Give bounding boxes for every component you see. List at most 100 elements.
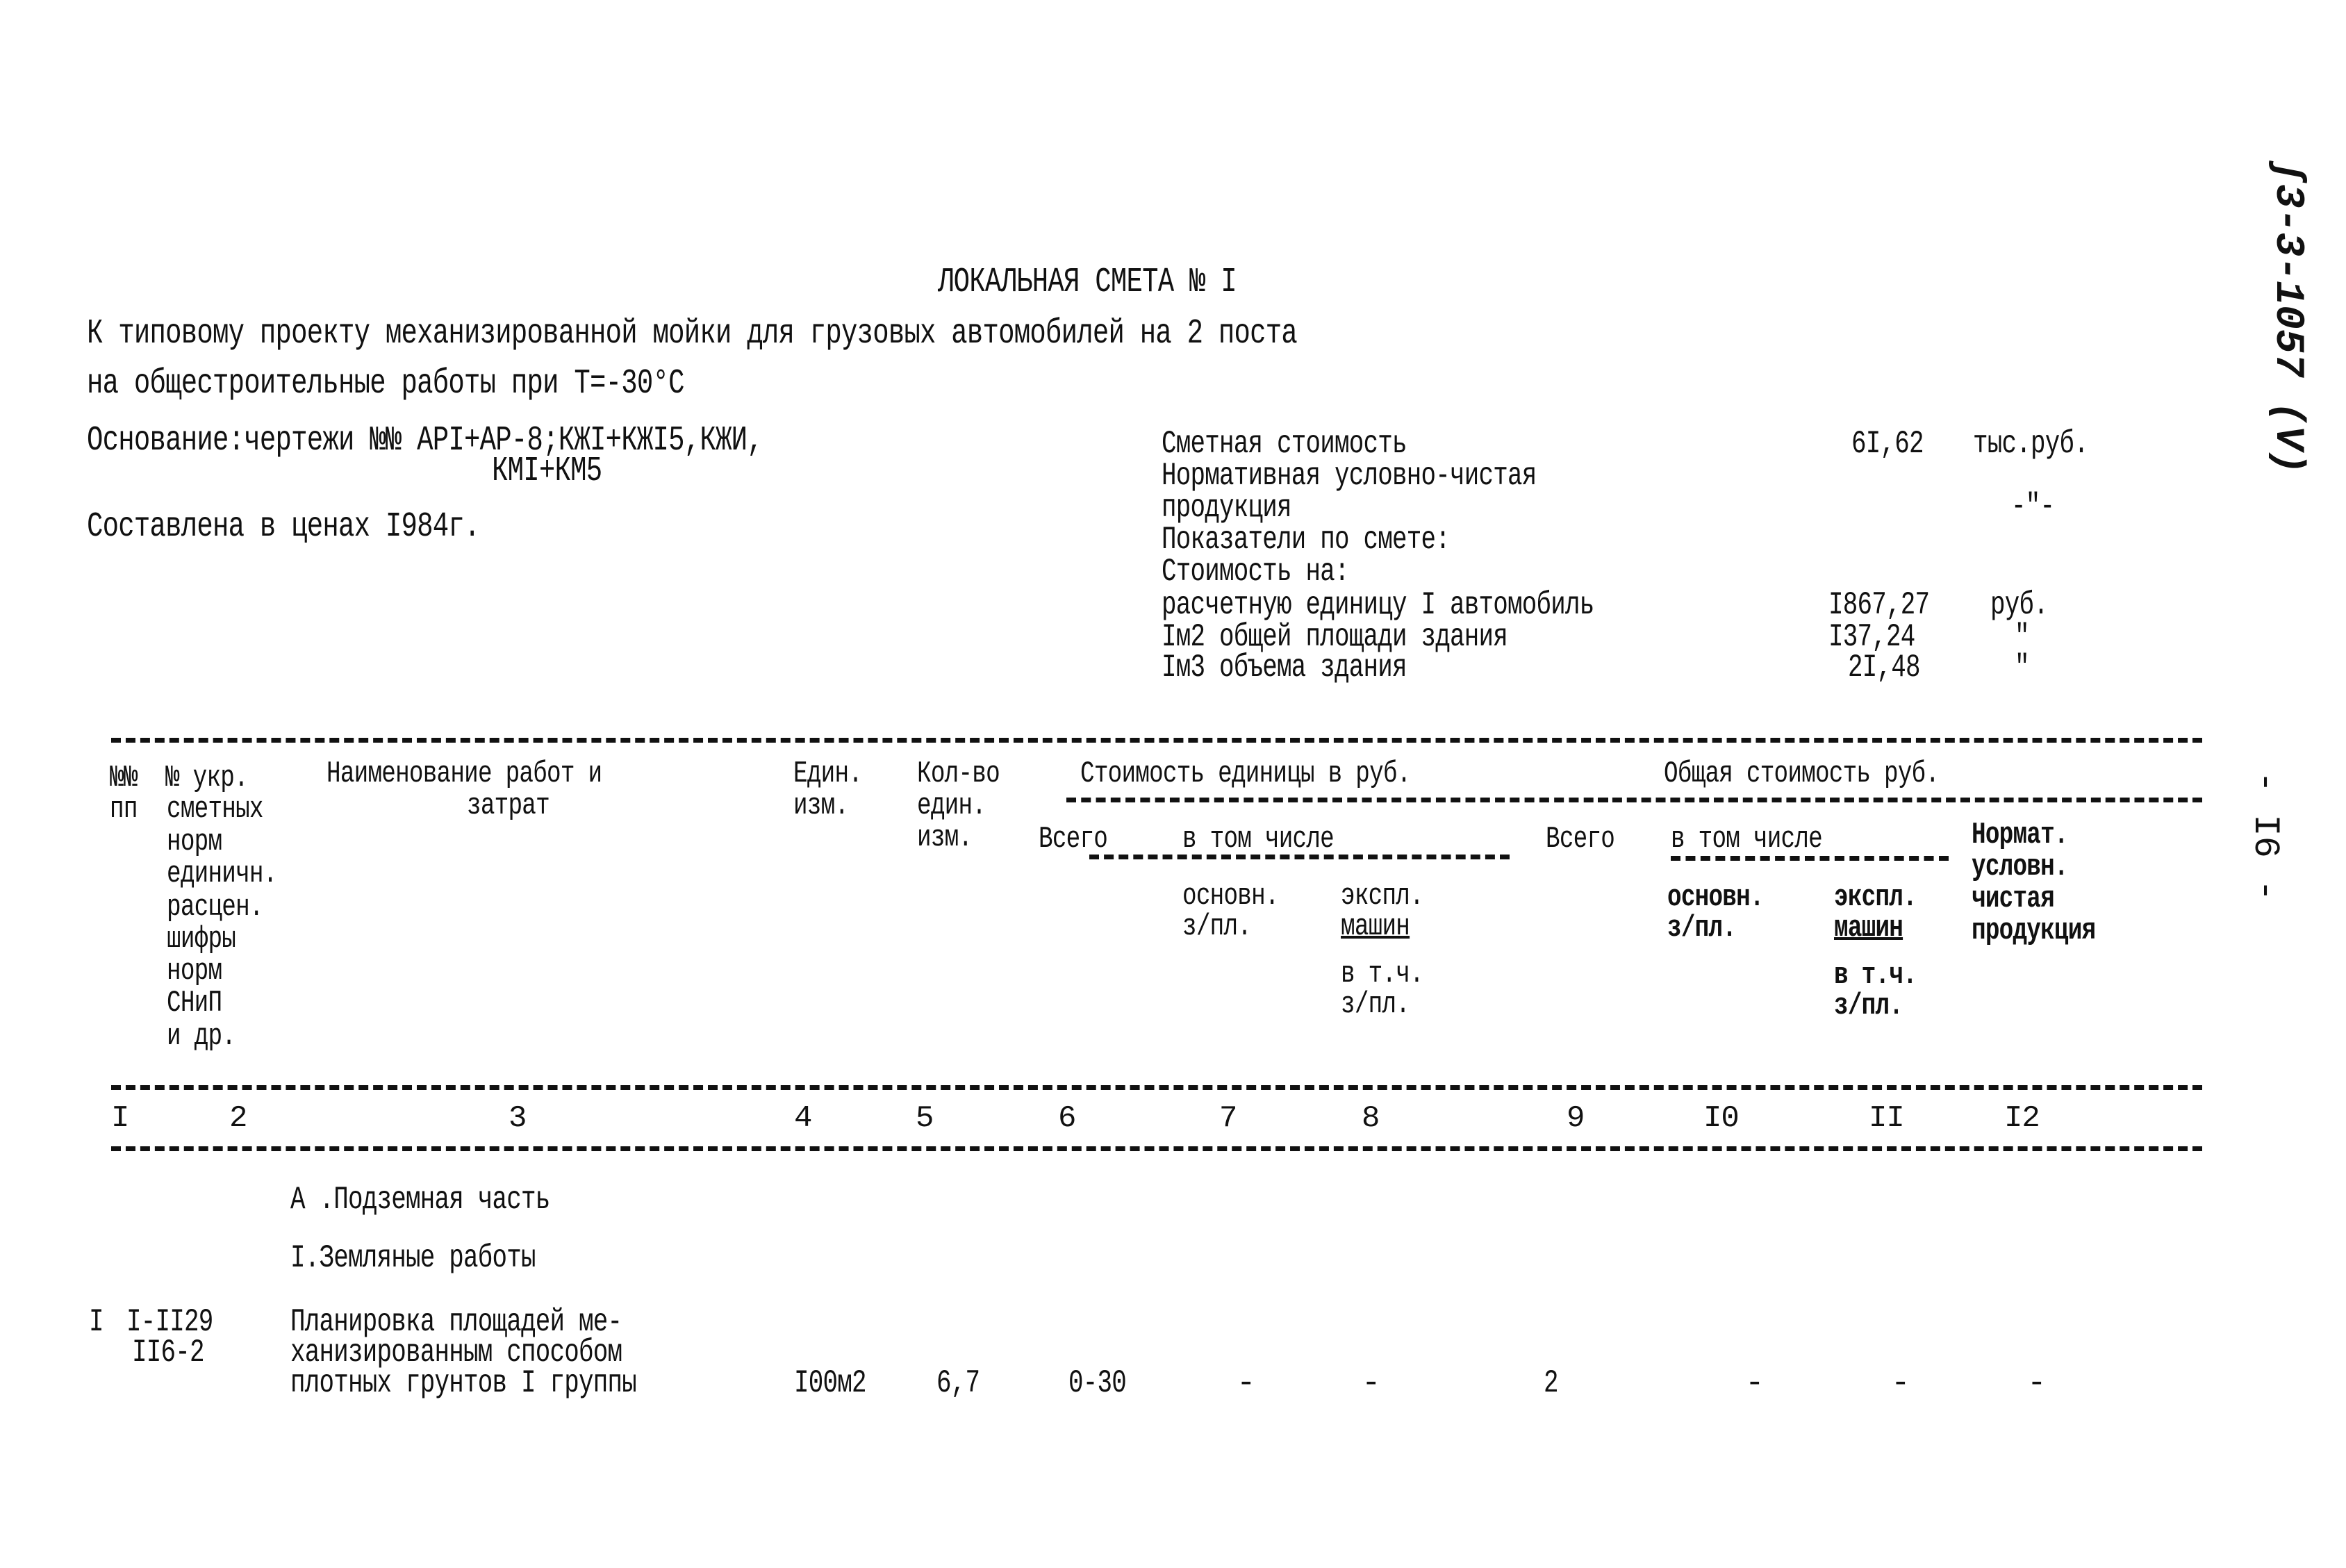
header-col2-line: сметных <box>167 792 263 827</box>
header-normative-line2: условн. <box>1972 850 2068 884</box>
header-col3-line1: Наименование работ и <box>327 757 602 791</box>
document-title: ЛОКАЛЬНАЯ СМЕТА № I <box>938 263 1237 302</box>
basis-line1: Основание:чертежи №№ АРI+АР-8;КЖI+КЖI5,К… <box>87 421 763 461</box>
column-number: I2 <box>2004 1101 2040 1136</box>
header-total-machine-line3: в т.ч. <box>1834 958 1917 993</box>
header-col2-line: норм <box>167 954 222 989</box>
indicator-unit: " <box>2015 650 2030 686</box>
header-unit-basic-line1: основн. <box>1182 879 1279 914</box>
header-unit-cost-rule <box>1066 798 1608 802</box>
header-unit-machine-line1: экспл. <box>1341 879 1424 914</box>
section-title-1: I.Земляные работы <box>290 1240 536 1276</box>
header-col2-line: шифры <box>167 922 236 957</box>
row-number: I <box>89 1304 104 1340</box>
normative-label-2: продукция <box>1162 490 1292 526</box>
indicator-unit: " <box>2015 619 2030 655</box>
indicator-value: I867,27 <box>1828 587 1930 623</box>
header-normative-line1: Нормат. <box>1972 818 2068 852</box>
column-number: I0 <box>1703 1101 1740 1136</box>
row-name-line2: ханизированным способом <box>290 1335 622 1371</box>
header-col2-line: расцен. <box>167 890 263 925</box>
header-col3-line2: затрат <box>467 789 550 823</box>
column-number: 8 <box>1362 1101 1380 1136</box>
document-subtitle-line1: К типовому проекту механизированной мойк… <box>87 314 1298 354</box>
column-number: 5 <box>916 1101 934 1136</box>
indicator-label: Iм2 общей площади здания <box>1162 619 1508 655</box>
header-normative-line4: продукция <box>1972 914 2096 948</box>
header-total-basic-line2: з/пл. <box>1667 911 1737 946</box>
normative-value: -"- <box>2011 488 2055 525</box>
indicator-value: 2I,48 <box>1848 650 1921 686</box>
normative-label-1: Нормативная условно-чистая <box>1162 458 1537 494</box>
cost-value: 6I,62 <box>1851 426 1924 462</box>
row-code-line1: I-II29 <box>126 1304 213 1340</box>
header-unit-incl-rule <box>1089 855 1510 859</box>
header-total-cost-rule <box>1598 798 2202 802</box>
cost-on-label: Стоимость на: <box>1162 554 1350 590</box>
row-total-machine: - <box>1891 1365 1910 1401</box>
column-number: 4 <box>794 1101 812 1136</box>
header-total-machine-line1: экспл. <box>1834 880 1917 915</box>
header-col2-line: и др. <box>167 1019 236 1054</box>
column-number: 3 <box>509 1101 527 1136</box>
indicator-unit: руб. <box>1990 587 2049 623</box>
margin-doc-code: ʃ3-3-1057 (V) <box>2265 160 2310 474</box>
row-qty: 6,7 <box>936 1365 980 1401</box>
prices-note: Составлена в ценах I984г. <box>87 507 480 547</box>
row-total: 2 <box>1544 1365 1559 1401</box>
column-number: 9 <box>1567 1101 1585 1136</box>
column-number: I <box>111 1101 129 1136</box>
row-normative: - <box>2027 1365 2047 1401</box>
row-unit: I00м2 <box>794 1365 867 1401</box>
page-number: - I6 - <box>2245 771 2286 902</box>
header-total-incl: в том числе <box>1671 822 1823 857</box>
row-name-line3: плотных грунтов I группы <box>290 1365 637 1401</box>
column-number: 6 <box>1058 1101 1076 1136</box>
table-top-rule <box>111 738 2202 743</box>
header-total-machine-line4: з/пл. <box>1834 989 1903 1023</box>
header-col1-line2: пп <box>110 792 138 827</box>
header-normative-line3: чистая <box>1972 882 2055 916</box>
row-unit-total: 0-30 <box>1068 1365 1127 1401</box>
header-col2-line: СНиП <box>167 986 222 1021</box>
row-code-line2: II6-2 <box>132 1335 205 1371</box>
header-col5-line3: изм. <box>917 820 973 855</box>
column-number: 7 <box>1219 1101 1237 1136</box>
header-col2-line: № укр. <box>165 761 249 795</box>
header-col4-line1: Един. <box>793 757 863 791</box>
header-col5-line2: един. <box>917 789 986 823</box>
basis-line2: КМI+КМ5 <box>492 452 602 491</box>
header-col1-line1: №№ <box>110 761 138 795</box>
column-number: 2 <box>229 1101 247 1136</box>
header-col5-line1: Кол-во <box>917 757 1000 791</box>
header-total-basic-line1: основн. <box>1667 880 1764 915</box>
header-col2-line: норм <box>167 825 222 859</box>
header-unit-basic-line2: з/пл. <box>1182 909 1252 944</box>
document-subtitle-line2: на общестроительные работы при Т=-30°С <box>87 364 684 404</box>
column-numbers-bottom-rule <box>111 1146 2202 1151</box>
section-title-a: А .Подземная часть <box>290 1182 550 1218</box>
column-numbers-top-rule <box>111 1085 2202 1090</box>
indicator-label: Iм3 объема здания <box>1162 650 1407 686</box>
header-unit-machine-line2: машин <box>1341 909 1410 944</box>
column-number: II <box>1869 1101 1905 1136</box>
indicators-label: Показатели по смете: <box>1162 522 1451 558</box>
indicator-label: расчетную единицу I автомобиль <box>1162 587 1594 623</box>
header-unit-incl: в том числе <box>1182 822 1335 857</box>
row-unit-machine: - <box>1362 1365 1381 1401</box>
header-col4-line2: изм. <box>793 789 849 823</box>
cost-unit: тыс.руб. <box>1973 426 2089 462</box>
header-total-cost-group: Общая стоимость руб. <box>1664 757 1940 791</box>
header-unit-machine-line3: в т.ч. <box>1341 957 1424 991</box>
row-unit-basic: - <box>1237 1365 1256 1401</box>
header-total-machine-line2: машин <box>1834 911 1903 946</box>
header-total-total: Всего <box>1546 822 1615 857</box>
indicator-value: I37,24 <box>1828 619 1915 655</box>
row-name-line1: Планировка площадей ме- <box>290 1304 622 1340</box>
header-total-incl-rule <box>1671 856 1949 861</box>
row-total-basic: - <box>1745 1365 1765 1401</box>
cost-label: Сметная стоимость <box>1162 426 1407 462</box>
header-unit-machine-line4: з/пл. <box>1341 987 1410 1022</box>
header-unit-cost-group: Стоимость единицы в руб. <box>1080 757 1411 791</box>
header-col2-line: единичн. <box>167 857 277 891</box>
